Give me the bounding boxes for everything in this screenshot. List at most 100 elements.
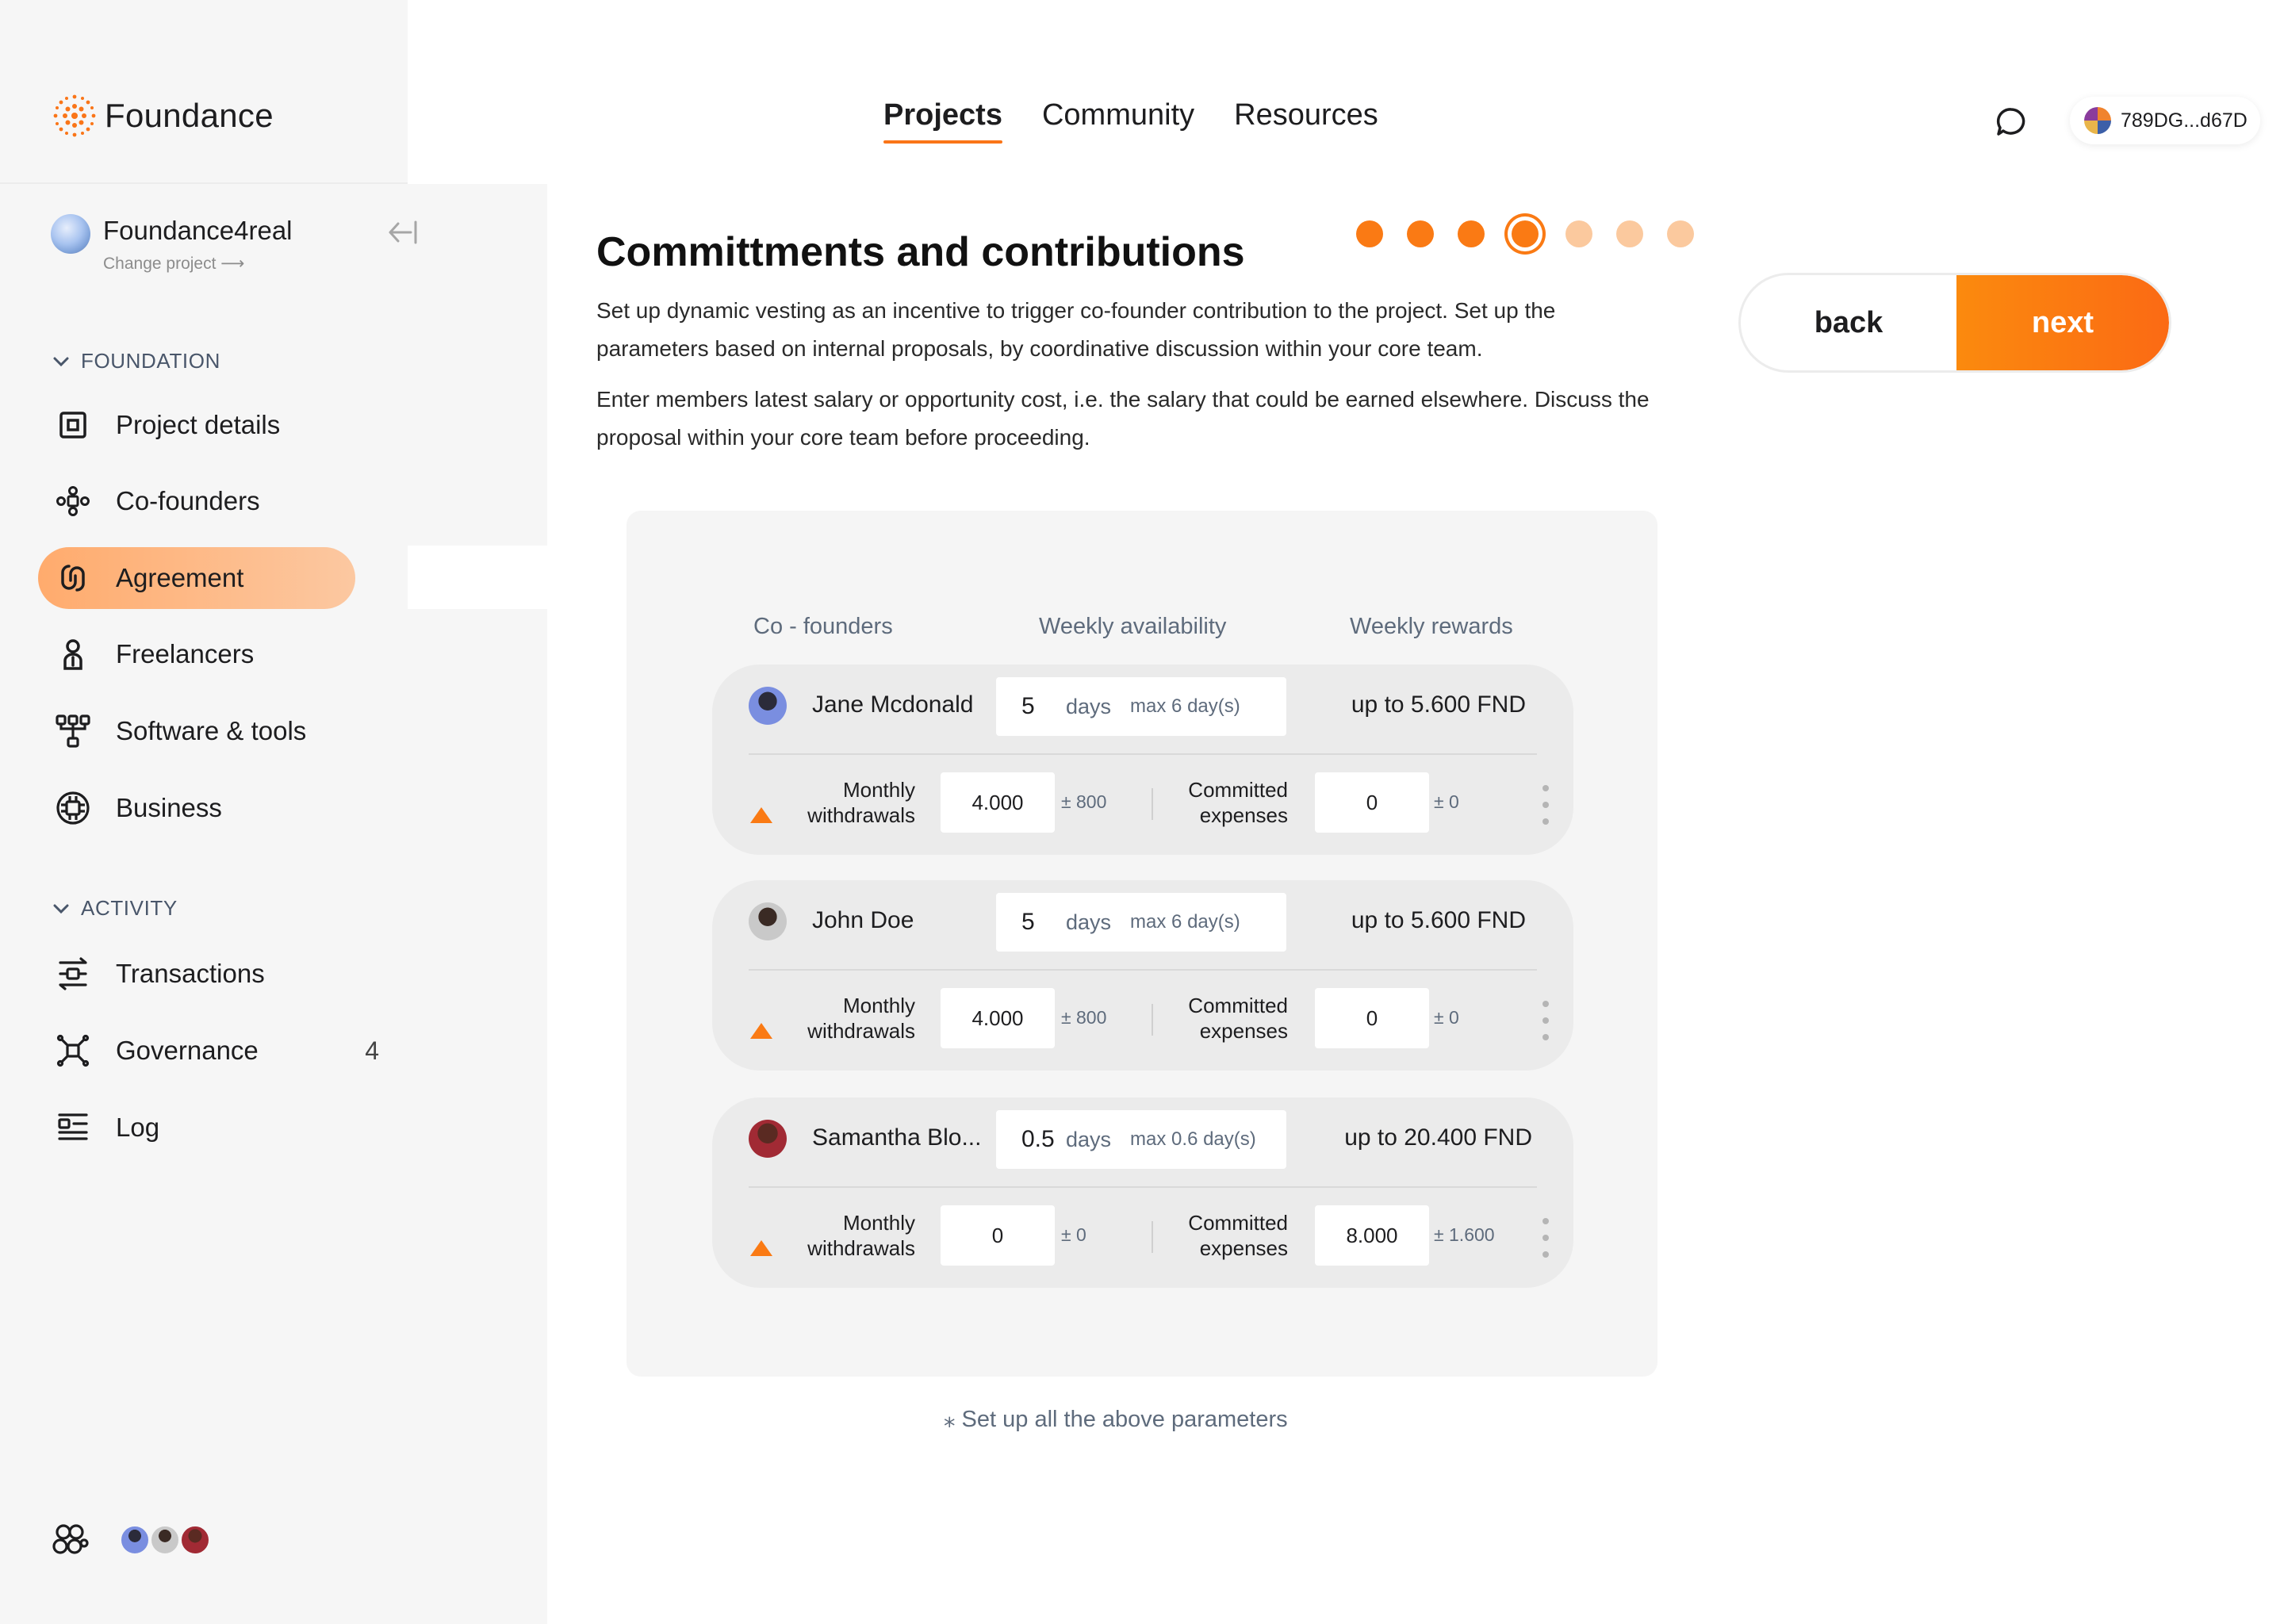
next-button[interactable]: next (1956, 275, 2169, 370)
sidebar-item-log[interactable]: Log (38, 1097, 355, 1159)
member-avatar[interactable] (119, 1524, 151, 1556)
sidebar-item-software-tools[interactable]: Software & tools (38, 700, 355, 762)
availability-days-value: 5 (1021, 909, 1035, 935)
sidebar-item-agreement[interactable]: Agreement (38, 547, 355, 609)
footnote: ⁎ Set up all the above parameters (944, 1407, 1288, 1432)
monthly-withdrawals-input[interactable]: 4.000 (941, 988, 1055, 1048)
more-options-icon[interactable] (1542, 1001, 1550, 1040)
expenses-label-line: expenses (1199, 1236, 1288, 1260)
step-dot[interactable] (1667, 220, 1694, 247)
back-button[interactable]: back (1741, 275, 1956, 370)
sidebar-item-cofounders[interactable]: Co-founders (38, 470, 355, 532)
weekly-reward: up to 5.600 FND (1351, 907, 1526, 933)
expenses-label-line: Committed (1188, 778, 1288, 802)
chevron-down-icon (53, 357, 69, 366)
step-dot[interactable] (1616, 220, 1643, 247)
section-activity[interactable]: ACTIVITY (52, 896, 178, 921)
expenses-label: Committed expenses (1172, 777, 1288, 828)
step-dot[interactable] (1458, 220, 1485, 247)
sidebar-item-label: Business (116, 793, 222, 822)
column-header-rewards: Weekly rewards (1350, 614, 1513, 639)
sidebar-item-business[interactable]: Business (38, 777, 355, 839)
tab-resources[interactable]: Resources (1234, 98, 1378, 144)
expenses-variance: ± 1.600 (1434, 1224, 1495, 1245)
withdrawals-variance: ± 800 (1061, 1007, 1107, 1028)
sidebar-item-freelancers[interactable]: Freelancers (38, 623, 355, 685)
business-icon (52, 787, 94, 829)
chat-icon[interactable] (1992, 103, 2030, 141)
expenses-label-line: Committed (1188, 994, 1288, 1017)
sidebar-item-governance[interactable]: Governance 4 (38, 1020, 379, 1082)
withdrawals-label-line: Monthly (842, 778, 915, 802)
description-paragraph: Set up dynamic vesting as an incentive t… (596, 298, 1556, 361)
more-options-icon[interactable] (1542, 1218, 1550, 1258)
monthly-withdrawals-input[interactable]: 4.000 (941, 772, 1055, 833)
withdrawals-label: Monthly withdrawals (804, 777, 915, 828)
wallet-address: 789DG...d67D (2121, 109, 2248, 132)
more-options-icon[interactable] (1542, 785, 1550, 825)
expenses-label-line: Committed (1188, 1211, 1288, 1235)
separator (1152, 1221, 1153, 1253)
step-dot[interactable] (1356, 220, 1383, 247)
cofounders-icon (52, 481, 94, 522)
separator (1152, 1004, 1153, 1036)
availability-max: max 6 day(s) (1130, 911, 1240, 933)
availability-input[interactable]: 5 days max 6 day(s) (996, 893, 1286, 952)
divider (749, 1186, 1537, 1188)
step-dot[interactable] (1565, 220, 1592, 247)
agreement-icon (52, 557, 94, 599)
expenses-label: Committed expenses (1172, 993, 1288, 1044)
expenses-variance: ± 0 (1434, 791, 1459, 812)
expenses-label-line: expenses (1199, 1019, 1288, 1043)
member-avatar[interactable] (149, 1524, 181, 1556)
tab-community[interactable]: Community (1042, 98, 1194, 144)
divider (749, 753, 1537, 755)
withdrawals-label-line: withdrawals (807, 803, 915, 827)
cofounder-card: John Doe 5 days max 6 day(s) up to 5.600… (712, 880, 1573, 1071)
expand-triangle-icon[interactable] (750, 1023, 772, 1039)
sidebar-item-label: Log (116, 1113, 160, 1142)
cofounder-name: Jane Mcdonald (812, 691, 974, 718)
top-navigation: Projects Community Resources (883, 98, 1378, 144)
withdrawals-variance: ± 0 (1061, 1224, 1086, 1245)
sidebar-item-transactions[interactable]: Transactions (38, 943, 355, 1005)
section-foundation-label: FOUNDATION (81, 349, 220, 373)
withdrawals-label-line: Monthly (842, 1211, 915, 1235)
withdrawals-label-line: withdrawals (807, 1236, 915, 1260)
log-icon (52, 1107, 94, 1148)
sidebar-item-label: Software & tools (116, 716, 307, 745)
availability-input[interactable]: 0.5 days max 0.6 day(s) (996, 1110, 1286, 1169)
cofounder-name: Samantha Blo... (812, 1124, 982, 1151)
monthly-withdrawals-input[interactable]: 0 (941, 1205, 1055, 1266)
committed-expenses-input[interactable]: 0 (1315, 988, 1429, 1048)
change-project-link[interactable]: Change project ⟶ (103, 254, 244, 274)
step-dot[interactable] (1407, 220, 1434, 247)
member-avatar[interactable] (179, 1524, 211, 1556)
committed-expenses-input[interactable]: 0 (1315, 772, 1429, 833)
expand-triangle-icon[interactable] (750, 807, 772, 823)
active-indicator-strip (408, 546, 547, 609)
team-members[interactable] (51, 1522, 211, 1557)
sidebar-item-project-details[interactable]: Project details (38, 394, 355, 456)
tab-projects[interactable]: Projects (883, 98, 1002, 144)
collapse-sidebar-icon[interactable] (387, 219, 419, 246)
transactions-icon (52, 953, 94, 994)
avatar (749, 902, 787, 940)
section-foundation[interactable]: FOUNDATION (52, 349, 220, 373)
availability-unit: days (1066, 1127, 1112, 1151)
availability-max: max 6 day(s) (1130, 695, 1240, 717)
committed-expenses-input[interactable]: 8.000 (1315, 1205, 1429, 1266)
availability-input[interactable]: 5 days max 6 day(s) (996, 677, 1286, 736)
column-header-cofounders: Co - founders (753, 614, 893, 639)
withdrawals-label-line: withdrawals (807, 1019, 915, 1043)
weekly-reward: up to 5.600 FND (1351, 691, 1526, 718)
wallet-avatar (2084, 107, 2111, 134)
freelancers-icon (52, 634, 94, 675)
step-dot-current[interactable] (1512, 220, 1539, 247)
governance-count-badge: 4 (365, 1036, 379, 1065)
project-avatar (51, 214, 90, 254)
brand-logo[interactable]: Foundance (51, 92, 274, 140)
expand-triangle-icon[interactable] (750, 1240, 772, 1256)
wallet-button[interactable]: 789DG...d67D (2070, 97, 2260, 144)
project-switcher[interactable]: Foundance4real Change project ⟶ (51, 213, 423, 284)
